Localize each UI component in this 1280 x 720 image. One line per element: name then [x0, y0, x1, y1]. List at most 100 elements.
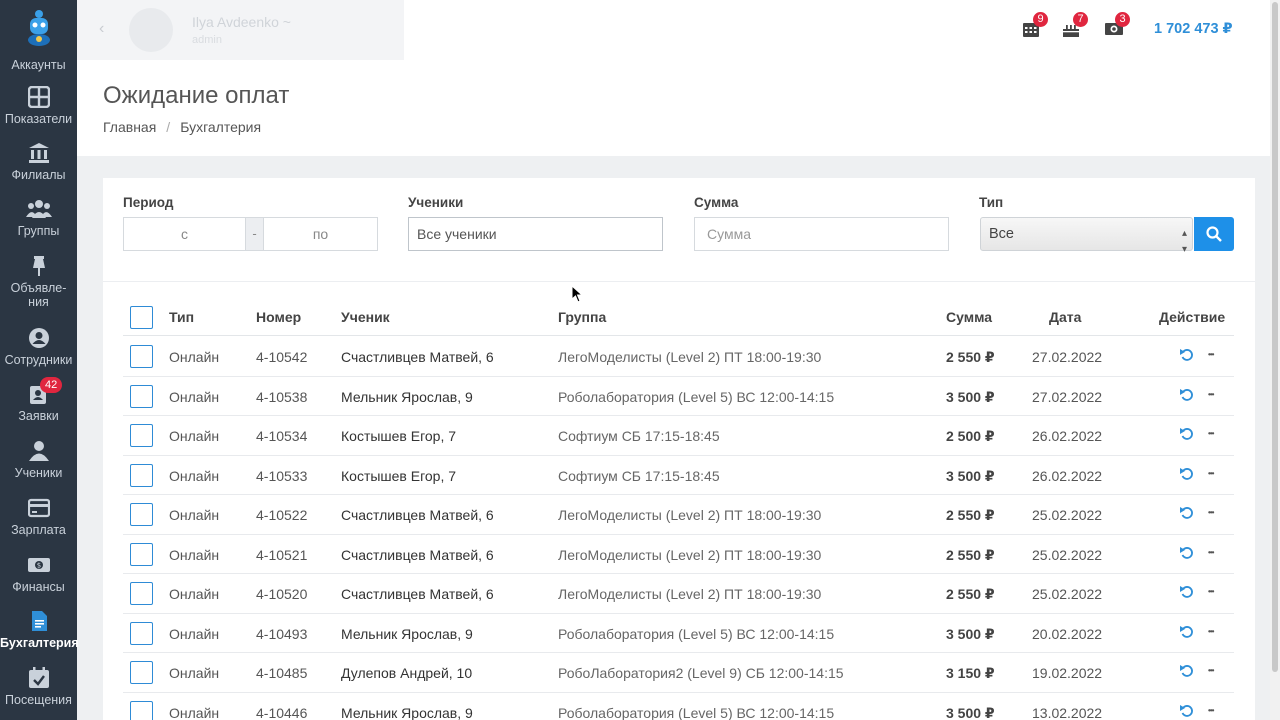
sidebar-item-requests[interactable]: 42 Заявки — [0, 377, 77, 423]
undo-icon[interactable] — [1179, 663, 1195, 679]
sidebar-item-finance[interactable]: $ Финансы — [0, 554, 77, 594]
cell-type: Онлайн — [169, 428, 220, 444]
more-actions-icon[interactable]: ••• — [1208, 587, 1214, 596]
breadcrumb-accounting[interactable]: Бухгалтерия — [180, 119, 261, 135]
students-input[interactable]: Все ученики — [408, 217, 663, 251]
cell-number: 4-10534 — [256, 428, 308, 444]
robot-logo-icon — [27, 10, 50, 46]
row-checkbox[interactable] — [130, 621, 153, 645]
cell-type: Онлайн — [169, 546, 220, 563]
sidebar-item-salary[interactable]: Зарплата — [0, 497, 77, 537]
cell-type: Онлайн — [169, 467, 220, 484]
more-actions-icon[interactable]: ••• — [1208, 350, 1214, 359]
cell-sum: 2 550 ₽ — [946, 586, 995, 602]
row-checkbox[interactable] — [130, 542, 153, 566]
col-number[interactable]: Номер — [256, 309, 301, 325]
more-actions-icon[interactable]: ••• — [1208, 627, 1214, 636]
col-student[interactable]: Ученик — [341, 309, 390, 325]
col-type[interactable]: Тип — [169, 309, 194, 325]
period-to-input[interactable]: по — [263, 217, 378, 251]
more-actions-icon[interactable]: ••• — [1208, 429, 1214, 438]
cell-student: Костышев Егор, 7 — [341, 467, 457, 484]
more-actions-icon[interactable]: ••• — [1208, 666, 1214, 675]
table-row[interactable]: Онлайн 4-10538 Мельник Ярослав, 9 Роболабор… — [123, 377, 1234, 416]
undo-icon[interactable] — [1179, 505, 1195, 521]
sidebar-item-staff[interactable]: Сотрудники — [0, 327, 77, 367]
cell-number: 4-10446 — [256, 704, 308, 720]
scrollbar-thumb[interactable] — [1272, 2, 1278, 672]
row-checkbox[interactable] — [130, 661, 153, 684]
table-row[interactable]: Онлайн 4-10522 Счастливцев Матвей, 6 ЛегоМо… — [123, 495, 1234, 535]
undo-icon[interactable] — [1179, 624, 1195, 640]
sidebar-item-accounts[interactable]: Аккаунты — [0, 8, 77, 72]
more-actions-icon[interactable]: ••• — [1208, 548, 1214, 557]
table-row[interactable]: Онлайн 4-10446 Мельник Ярослав, 9 Роболабор… — [123, 693, 1234, 720]
user-icon — [28, 441, 49, 461]
row-checkbox[interactable] — [130, 503, 153, 526]
table-row[interactable]: Онлайн 4-10493 Мельник Ярослав, 9 Роболабор… — [123, 614, 1234, 653]
type-select[interactable]: Все ▴ ▾ — [980, 217, 1193, 255]
payment-notifications[interactable]: 3 — [1104, 12, 1130, 40]
birthday-notifications[interactable]: 7 — [1062, 12, 1088, 40]
undo-icon[interactable] — [1179, 387, 1195, 403]
cell-number: 4-10493 — [256, 625, 308, 642]
more-actions-icon[interactable]: ••• — [1208, 390, 1214, 399]
sidebar-item-groups[interactable]: Группы — [0, 198, 77, 238]
table-row[interactable]: Онлайн 4-10533 Костышев Егор, 7 Софтиум СБ … — [123, 456, 1234, 495]
table-row[interactable]: Онлайн 4-10542 Счастливцев Матвей, 6 ЛегоМо… — [123, 337, 1234, 377]
sidebar-item-attendance[interactable]: Посещения — [0, 667, 77, 707]
sidebar-item-announcements[interactable]: Объявле- ния — [0, 255, 77, 309]
undo-icon[interactable] — [1179, 466, 1195, 482]
type-label: Тип — [979, 195, 1004, 210]
calendar-notifications[interactable]: 9 — [1022, 12, 1048, 40]
period-from-input[interactable]: с — [123, 217, 246, 251]
cell-date: 20.02.2022 — [1032, 625, 1103, 642]
sidebar-item-branches[interactable]: Филиалы — [0, 142, 77, 182]
user-role: admin — [192, 34, 222, 46]
user-switcher[interactable]: ‹ Ilya Avdeenko ~ admin — [77, 0, 404, 60]
col-group[interactable]: Группа — [558, 309, 606, 325]
students-label: Ученики — [408, 195, 464, 210]
user-circle-icon — [28, 328, 49, 348]
sidebar-item-dashboard[interactable]: Показатели — [0, 86, 77, 126]
row-checkbox[interactable] — [130, 582, 153, 605]
undo-icon[interactable] — [1179, 584, 1195, 600]
more-actions-icon[interactable]: ••• — [1208, 469, 1214, 478]
sum-input[interactable]: Сумма — [694, 217, 949, 251]
more-actions-icon[interactable]: ••• — [1208, 508, 1214, 517]
breadcrumb: Главная / Бухгалтерия — [103, 119, 261, 135]
cell-sum: 3 500 ₽ — [946, 388, 995, 405]
chevron-left-icon[interactable]: ‹ — [99, 20, 104, 38]
more-actions-icon[interactable]: ••• — [1208, 706, 1214, 715]
table-row[interactable]: Онлайн 4-10485 Дулепов Андрей, 10 РобоЛабор… — [123, 653, 1234, 693]
undo-icon[interactable] — [1179, 703, 1195, 719]
cell-group: Роболаборатория (Level 5) ВС 12:00-14:15 — [558, 625, 835, 642]
cell-group: ЛегоМоделисты (Level 2) ПТ 18:00-19:30 — [558, 507, 822, 523]
cell-sum: 3 500 ₽ — [946, 625, 995, 642]
undo-icon[interactable] — [1179, 426, 1195, 442]
row-checkbox[interactable] — [130, 424, 153, 447]
cell-number: 4-10521 — [256, 546, 308, 563]
table-row[interactable]: Онлайн 4-10521 Счастливцев Матвей, 6 ЛегоМо… — [123, 535, 1234, 574]
balance-amount[interactable]: 1 702 473 ₽ — [1154, 21, 1233, 37]
table-row[interactable]: Онлайн 4-10534 Костышев Егор, 7 Софтиум СБ … — [123, 416, 1234, 456]
row-checkbox[interactable] — [130, 463, 153, 487]
row-checkbox[interactable] — [130, 700, 153, 720]
cell-date: 26.02.2022 — [1032, 428, 1103, 444]
row-checkbox[interactable] — [130, 384, 153, 408]
select-all-checkbox[interactable] — [130, 306, 153, 329]
cell-date: 25.02.2022 — [1032, 586, 1103, 602]
col-date[interactable]: Дата — [1049, 309, 1081, 325]
page-scrollbar[interactable] — [1270, 0, 1280, 720]
table-row[interactable]: Онлайн 4-10520 Счастливцев Матвей, 6 ЛегоМо… — [123, 574, 1234, 614]
search-button[interactable] — [1194, 217, 1234, 251]
cell-student: Счастливцев Матвей, 6 — [341, 546, 494, 563]
row-checkbox[interactable] — [130, 345, 153, 368]
sidebar-item-accounting[interactable]: Бухгалтерия — [0, 610, 79, 650]
sidebar-item-students[interactable]: Ученики — [0, 440, 77, 480]
col-sum[interactable]: Сумма — [946, 309, 992, 325]
undo-icon[interactable] — [1179, 347, 1195, 363]
cell-student: Костышев Егор, 7 — [341, 428, 457, 444]
breadcrumb-home[interactable]: Главная — [103, 119, 156, 135]
undo-icon[interactable] — [1179, 545, 1195, 561]
